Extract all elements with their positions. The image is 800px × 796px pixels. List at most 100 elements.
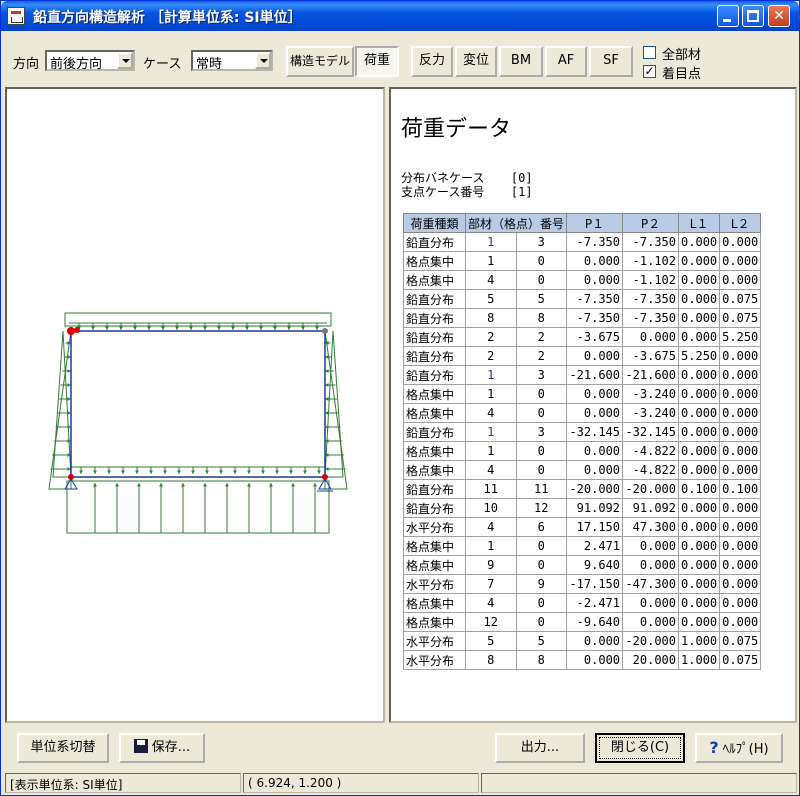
load-arrowhead xyxy=(121,470,125,474)
table-cell: 91.092 xyxy=(566,498,624,518)
table-cell: 鉛直分布 xyxy=(403,498,466,518)
reaction-button[interactable]: 反力 xyxy=(411,46,453,77)
all-members-checkbox[interactable] xyxy=(643,46,656,59)
table-cell: 0.000 xyxy=(719,346,762,366)
title-bar[interactable]: 鉛直方向構造解析 ［計算単位系: SI単位］ ✕ xyxy=(1,1,799,31)
case-select[interactable]: 常時 xyxy=(191,50,273,71)
load-arrowhead xyxy=(147,326,151,330)
table-cell: 0.000 xyxy=(719,517,762,537)
table-cell: 0.000 xyxy=(719,536,762,556)
case-value: 常時 xyxy=(196,57,223,71)
load-table-body: 鉛直分布 1 3 -7.350 -7.350 0.000 0.000 格点集中 1 0 0.000-… xyxy=(403,232,762,670)
bottom-reaction-band xyxy=(66,480,330,534)
table-cell: -3.240 xyxy=(622,403,680,423)
table-cell: 0.000 xyxy=(622,555,680,575)
maximize-button[interactable] xyxy=(742,5,764,27)
chevron-down-icon[interactable] xyxy=(117,52,133,69)
load-arrowhead xyxy=(93,483,97,487)
load-diagram[interactable] xyxy=(7,89,383,721)
table-row: 鉛直分布 5 5 -7.350 -7.350 0.000 0.075 xyxy=(403,289,762,309)
table-cell: 水平分布 xyxy=(403,517,466,537)
node-top-left-2 xyxy=(74,327,80,333)
table-row: 水平分布 4 6 17.150 47.300 0.000 0.000 xyxy=(403,517,762,537)
table-cell: 0.000 xyxy=(566,403,624,423)
displacement-button[interactable]: 変位 xyxy=(455,46,497,77)
load-arrowhead xyxy=(269,483,273,487)
structure-model-button[interactable]: 構造モデル xyxy=(286,46,354,77)
help-button[interactable]: ? ﾍﾙﾌﾟ(H) xyxy=(695,733,783,763)
load-arrowhead xyxy=(149,470,153,474)
table-cell: 0.000 xyxy=(719,251,762,271)
app-icon[interactable] xyxy=(7,7,25,25)
table-cell: 1 xyxy=(465,232,517,252)
node-top-right xyxy=(322,328,328,334)
save-label: 保存... xyxy=(151,740,191,755)
col-l2: L２ xyxy=(719,213,762,233)
load-arrowhead xyxy=(105,326,109,330)
table-cell: 0 xyxy=(515,460,568,480)
close-button[interactable]: 閉じる(C) xyxy=(595,733,685,763)
table-cell: -7.350 xyxy=(622,232,680,252)
table-cell: 9 xyxy=(515,574,568,594)
table-row: 鉛直分布 1 3 -21.600 -21.600 0.000 0.000 xyxy=(403,365,762,385)
table-cell: 0.000 xyxy=(566,650,624,670)
table-cell: 1.000 xyxy=(678,650,721,670)
table-cell: 0.000 xyxy=(678,498,721,518)
output-button[interactable]: 出力... xyxy=(495,733,585,763)
load-data-panel[interactable]: 荷重データ 分布バネケース [0] 支点ケース番号 [1] 荷重種類 部材（格点… xyxy=(389,87,797,723)
direction-value: 前後方向 xyxy=(50,57,103,71)
app-window: 鉛直方向構造解析 ［計算単位系: SI単位］ ✕ 方向 前後方向 ケース 常時 … xyxy=(0,0,800,796)
bm-button[interactable]: BM xyxy=(499,46,543,77)
minimize-icon xyxy=(723,19,731,22)
table-cell: 0.000 xyxy=(719,593,762,613)
load-arrowhead xyxy=(107,470,111,474)
table-cell: 0.000 xyxy=(678,327,721,347)
minimize-button[interactable] xyxy=(717,5,739,27)
table-cell: -20.000 xyxy=(622,631,680,651)
table-cell: 0.000 xyxy=(678,517,721,537)
direction-select[interactable]: 前後方向 xyxy=(45,50,135,71)
table-cell: 鉛直分布 xyxy=(403,422,466,442)
save-button[interactable]: 保存... xyxy=(119,733,205,763)
table-cell: 9.640 xyxy=(566,555,624,575)
col-member-node: 部材（格点）番号 xyxy=(464,213,568,233)
table-cell: 0.000 xyxy=(719,612,762,632)
table-cell: 0.075 xyxy=(719,631,762,651)
table-cell: -1.102 xyxy=(622,251,680,271)
table-cell: 0.000 xyxy=(678,232,721,252)
table-cell: 0.000 xyxy=(566,460,624,480)
table-cell: 0.000 xyxy=(678,308,721,328)
table-cell: 鉛直分布 xyxy=(403,327,466,347)
unit-switch-button[interactable]: 単位系切替 xyxy=(17,733,109,763)
load-arrowhead xyxy=(159,483,163,487)
table-cell: -1.102 xyxy=(622,270,680,290)
load-arrowhead xyxy=(191,470,195,474)
sf-button[interactable]: SF xyxy=(589,46,633,77)
load-arrowhead xyxy=(273,326,277,330)
structure-view[interactable] xyxy=(5,87,385,723)
support-case-label: 支点ケース番号 xyxy=(401,185,485,199)
table-row: 鉛直分布 1 3 -7.350 -7.350 0.000 0.000 xyxy=(403,232,762,252)
table-row: 鉛直分布 2 2 -3.675 0.000 0.000 5.250 xyxy=(403,327,762,347)
af-button[interactable]: AF xyxy=(545,46,587,77)
load-arrowhead xyxy=(245,326,249,330)
table-cell: 0.000 xyxy=(678,384,721,404)
chevron-down-icon[interactable] xyxy=(255,52,271,69)
focus-point-checkbox[interactable]: ✓ xyxy=(643,65,656,78)
table-row: 格点集中 4 0 0.000 -3.240 0.000 0.000 xyxy=(403,403,762,423)
load-arrowhead xyxy=(135,470,139,474)
table-cell: 0.000 xyxy=(719,498,762,518)
table-cell: 0.000 xyxy=(622,612,680,632)
table-cell: -4.822 xyxy=(622,441,680,461)
close-window-button[interactable]: ✕ xyxy=(768,5,790,27)
table-cell: 5.250 xyxy=(678,346,721,366)
table-cell: 1.000 xyxy=(678,631,721,651)
data-title: 荷重データ xyxy=(401,117,512,142)
table-cell: 8 xyxy=(515,650,568,670)
table-cell: -21.600 xyxy=(622,365,680,385)
table-row: 鉛直分布 8 8 -7.350 -7.350 0.000 0.075 xyxy=(403,308,762,328)
table-cell: 0.000 xyxy=(566,441,624,461)
table-cell: 6 xyxy=(515,517,568,537)
table-cell: 47.300 xyxy=(622,517,680,537)
load-button[interactable]: 荷重 xyxy=(355,46,399,77)
